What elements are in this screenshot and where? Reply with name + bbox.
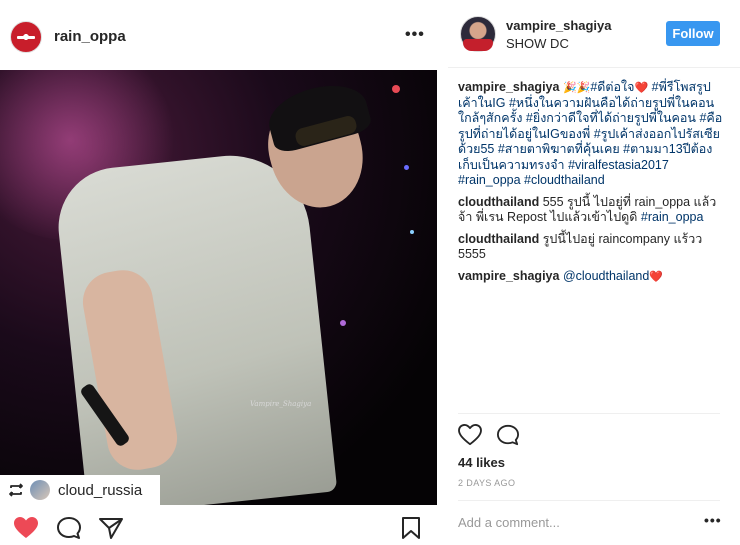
stage-light-dot — [340, 320, 346, 326]
author-username[interactable]: rain_oppa — [54, 28, 126, 45]
like-heart-icon[interactable] — [458, 424, 482, 446]
comment-username[interactable]: cloudthailand — [458, 232, 539, 246]
comments-list: vampire_shagiya 🎉🎉#ดีต่อใจ❤️ #พี่รีโพสรู… — [458, 80, 724, 290]
comment-item: cloudthailand รูปนี้ไปอยู่ raincompany แ… — [458, 232, 724, 263]
heart-emoji-icon: ❤️ — [649, 269, 663, 283]
stage-light-dot — [404, 165, 409, 170]
caption-hashtag[interactable]: #ดีต่อใจ — [590, 80, 634, 94]
caption: vampire_shagiya 🎉🎉#ดีต่อใจ❤️ #พี่รีโพสรู… — [458, 80, 724, 189]
post-actions — [0, 505, 440, 545]
comment-mention[interactable]: @cloudthailand — [563, 269, 649, 283]
caption-hashtag[interactable]: #cloudthailand — [524, 173, 605, 187]
bookmark-icon[interactable] — [400, 516, 422, 540]
post-photo[interactable]: Vampire_Shagiya — [0, 70, 437, 505]
divider — [458, 500, 720, 501]
comment-username[interactable]: vampire_shagiya — [458, 269, 559, 283]
right-header: vampire_shagiya SHOW DC Follow — [448, 0, 740, 68]
heart-icon[interactable] — [13, 516, 39, 540]
caption-hashtag[interactable]: #สายตาพิฆาตที่คุ้นเคย — [498, 142, 620, 156]
repost-username[interactable]: cloud_russia — [58, 482, 142, 499]
stage-light-dot — [410, 230, 414, 234]
comment-icon[interactable] — [56, 516, 82, 540]
post-header: rain_oppa ••• — [0, 0, 440, 70]
caption-username[interactable]: vampire_shagiya — [458, 80, 559, 94]
repost-avatar — [30, 480, 50, 500]
comment-item: cloudthailand 555 รูปนี้ ไปอยู่ที่ rain_… — [458, 195, 724, 226]
caption-emoji-icon: 🎉🎉 — [559, 81, 591, 94]
comment-hashtag[interactable]: #rain_oppa — [641, 210, 704, 224]
comment-username[interactable]: cloudthailand — [458, 195, 539, 209]
poster-avatar[interactable] — [460, 16, 496, 52]
post-location[interactable]: SHOW DC — [506, 36, 569, 51]
divider — [458, 413, 720, 414]
caption-hashtag[interactable]: #viralfestasia2017 — [568, 158, 669, 172]
share-icon[interactable] — [98, 516, 124, 540]
author-avatar[interactable] — [10, 21, 42, 53]
post-timestamp[interactable]: 2 DAYS AGO — [458, 478, 515, 488]
more-options-icon[interactable]: ••• — [405, 26, 425, 44]
add-comment-input[interactable] — [458, 513, 688, 531]
poster-username[interactable]: vampire_shagiya — [506, 18, 612, 33]
photo-watermark: Vampire_Shagiya — [250, 400, 312, 408]
repost-tag[interactable]: cloud_russia — [0, 475, 160, 505]
comment-options-icon[interactable]: ••• — [704, 512, 722, 528]
caption-hashtag[interactable]: #ยิ่งกว่าดีใจที่ได้ถ่ายรูปพี่ในคอน — [526, 111, 696, 125]
repost-icon — [9, 483, 23, 497]
stage-light-dot — [392, 85, 400, 93]
likes-count[interactable]: 44 likes — [458, 455, 505, 470]
comment-bubble-icon[interactable] — [496, 424, 520, 446]
caption-text: 🎉🎉#ดีต่อใจ❤️ #พี่รีโพสรูปเค้าในIG #หนึ่ง… — [458, 80, 722, 187]
caption-hashtag[interactable]: #rain_oppa — [458, 173, 521, 187]
caption-emoji-icon: ❤️ — [634, 81, 652, 94]
comment-item: vampire_shagiya @cloudthailand❤️ — [458, 269, 724, 285]
follow-button[interactable]: Follow — [666, 21, 720, 46]
